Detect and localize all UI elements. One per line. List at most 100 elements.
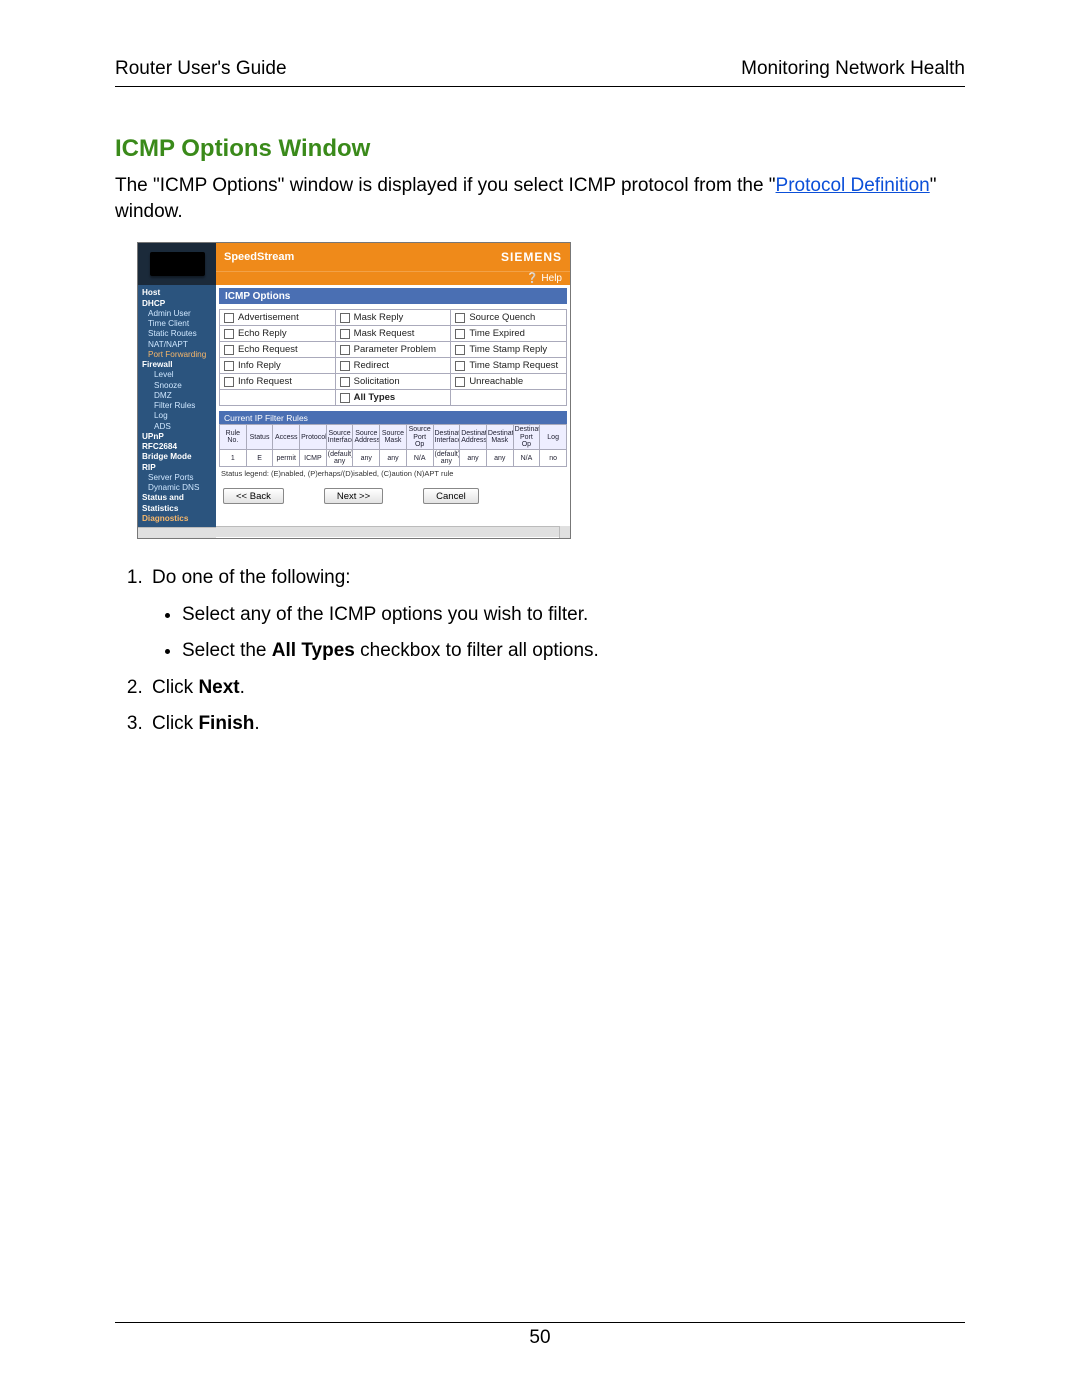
vendor-name: SIEMENS bbox=[501, 250, 562, 264]
nav-item[interactable]: Static Routes bbox=[138, 329, 216, 339]
header-rule bbox=[115, 86, 965, 87]
checkbox-cell[interactable]: Time Expired bbox=[451, 326, 567, 342]
table-row: Echo Reply Mask Request Time Expired bbox=[220, 326, 567, 342]
nav-item[interactable]: ADS bbox=[138, 422, 216, 432]
nav-scrollbar[interactable] bbox=[138, 527, 216, 538]
screenshot: SpeedStream SIEMENS ❔ Help Host DHCP Adm… bbox=[137, 242, 571, 539]
help-icon[interactable]: ❔ bbox=[526, 273, 541, 284]
nav-item[interactable]: Statistics bbox=[138, 504, 216, 514]
checkbox-icon bbox=[340, 313, 350, 323]
scroll-corner bbox=[559, 526, 570, 538]
nav-item[interactable]: UPnP bbox=[138, 432, 216, 442]
protocol-definition-link[interactable]: Protocol Definition bbox=[776, 175, 930, 196]
nav-item[interactable]: Server Ports bbox=[138, 473, 216, 483]
checkbox-icon bbox=[455, 329, 465, 339]
sidebar-nav: Host DHCP Admin User Time Client Static … bbox=[138, 285, 216, 527]
page-header: Router User's Guide Monitoring Network H… bbox=[115, 58, 965, 80]
checkbox-icon bbox=[224, 377, 234, 387]
checkbox-cell[interactable]: Parameter Problem bbox=[335, 342, 451, 358]
col-header: Destination Port Op bbox=[513, 425, 540, 450]
nav-item[interactable]: Snooze bbox=[138, 381, 216, 391]
col-header: Status bbox=[246, 425, 273, 450]
cell: any bbox=[486, 450, 513, 467]
nav-item[interactable]: Filter Rules bbox=[138, 401, 216, 411]
instruction-list: Do one of the following: Select any of t… bbox=[115, 563, 965, 738]
checkbox-icon bbox=[340, 345, 350, 355]
cell: 1 bbox=[220, 450, 247, 467]
main-scrollbar-h[interactable] bbox=[216, 526, 559, 537]
checkbox-cell[interactable]: Mask Request bbox=[335, 326, 451, 342]
checkbox-cell[interactable]: All Types bbox=[335, 390, 451, 406]
checkbox-cell[interactable]: Echo Reply bbox=[220, 326, 336, 342]
nav-item[interactable]: Bridge Mode bbox=[138, 452, 216, 462]
nav-item[interactable]: DMZ bbox=[138, 391, 216, 401]
checkbox-cell[interactable]: Mask Reply bbox=[335, 310, 451, 326]
brand-bar: SpeedStream SIEMENS bbox=[216, 243, 570, 271]
col-header: Source Interface bbox=[326, 425, 353, 450]
nav-item[interactable]: Admin User bbox=[138, 309, 216, 319]
header-right: Monitoring Network Health bbox=[741, 58, 965, 80]
footer-rule bbox=[115, 1322, 965, 1323]
checkbox-cell[interactable]: Time Stamp Request bbox=[451, 358, 567, 374]
checkbox-icon bbox=[340, 329, 350, 339]
list-item: Click Finish. bbox=[148, 709, 965, 738]
nav-item[interactable]: Log bbox=[138, 411, 216, 421]
nav-item[interactable]: RFC2684 bbox=[138, 442, 216, 452]
nav-item[interactable]: Time Client bbox=[138, 319, 216, 329]
col-header: Protocol bbox=[300, 425, 327, 450]
checkbox-cell[interactable]: Redirect bbox=[335, 358, 451, 374]
rules-legend: Status legend: (E)nabled, (P)erhaps/(D)i… bbox=[219, 467, 567, 478]
col-header: Rule No. bbox=[220, 425, 247, 450]
document-page: Router User's Guide Monitoring Network H… bbox=[0, 0, 1080, 1397]
list-item: Click Next. bbox=[148, 673, 965, 702]
page-footer: 50 bbox=[115, 1322, 965, 1349]
header-left: Router User's Guide bbox=[115, 58, 287, 80]
checkbox-cell[interactable]: Unreachable bbox=[451, 374, 567, 390]
nav-item[interactable]: DHCP bbox=[138, 299, 216, 309]
col-header: Destination Address bbox=[460, 425, 487, 450]
checkbox-icon bbox=[455, 313, 465, 323]
nav-item[interactable]: RIP bbox=[138, 463, 216, 473]
nav-item[interactable]: Host bbox=[138, 288, 216, 298]
back-button[interactable]: << Back bbox=[223, 488, 284, 504]
nav-item[interactable]: Level bbox=[138, 370, 216, 380]
col-header: Source Address bbox=[353, 425, 380, 450]
checkbox-icon bbox=[455, 361, 465, 371]
button-row: << Back Next >> Cancel bbox=[219, 478, 567, 508]
rules-table: Rule No. Status Access Protocol Source I… bbox=[219, 424, 567, 467]
pane-title: ICMP Options bbox=[219, 288, 567, 304]
checkbox-icon bbox=[455, 345, 465, 355]
help-link[interactable]: Help bbox=[541, 273, 562, 284]
cell: no bbox=[540, 450, 567, 467]
brand-name: SpeedStream bbox=[224, 251, 294, 263]
page-number: 50 bbox=[115, 1327, 965, 1349]
nav-item[interactable]: Port Forwarding bbox=[138, 350, 216, 360]
checkbox-icon bbox=[340, 393, 350, 403]
nav-item[interactable]: Dynamic DNS bbox=[138, 483, 216, 493]
cell: (default) any bbox=[433, 450, 460, 467]
table-row: 1 E permit ICMP (default) any any any N/… bbox=[220, 450, 567, 467]
nav-item[interactable]: Firewall bbox=[138, 360, 216, 370]
checkbox-icon bbox=[224, 313, 234, 323]
cell: any bbox=[460, 450, 487, 467]
checkbox-cell[interactable]: Echo Request bbox=[220, 342, 336, 358]
step-text: Do one of the following: bbox=[152, 567, 351, 588]
nav-item[interactable]: NAT/NAPT bbox=[138, 340, 216, 350]
sub-list: Select any of the ICMP options you wish … bbox=[152, 600, 965, 665]
next-button[interactable]: Next >> bbox=[324, 488, 383, 504]
nav-item[interactable]: Status and bbox=[138, 493, 216, 503]
checkbox-cell[interactable]: Info Reply bbox=[220, 358, 336, 374]
cancel-button[interactable]: Cancel bbox=[423, 488, 479, 504]
cell: N/A bbox=[406, 450, 433, 467]
cell: any bbox=[353, 450, 380, 467]
checkbox-cell[interactable]: Solicitation bbox=[335, 374, 451, 390]
checkbox-cell[interactable]: Advertisement bbox=[220, 310, 336, 326]
col-header: Source Mask bbox=[380, 425, 407, 450]
cell: (default) any bbox=[326, 450, 353, 467]
nav-item[interactable]: Diagnostics bbox=[138, 514, 216, 524]
table-row: Info Request Solicitation Unreachable bbox=[220, 374, 567, 390]
checkbox-cell[interactable]: Source Quench bbox=[451, 310, 567, 326]
checkbox-cell[interactable]: Info Request bbox=[220, 374, 336, 390]
checkbox-cell[interactable]: Time Stamp Reply bbox=[451, 342, 567, 358]
cell: permit bbox=[273, 450, 300, 467]
